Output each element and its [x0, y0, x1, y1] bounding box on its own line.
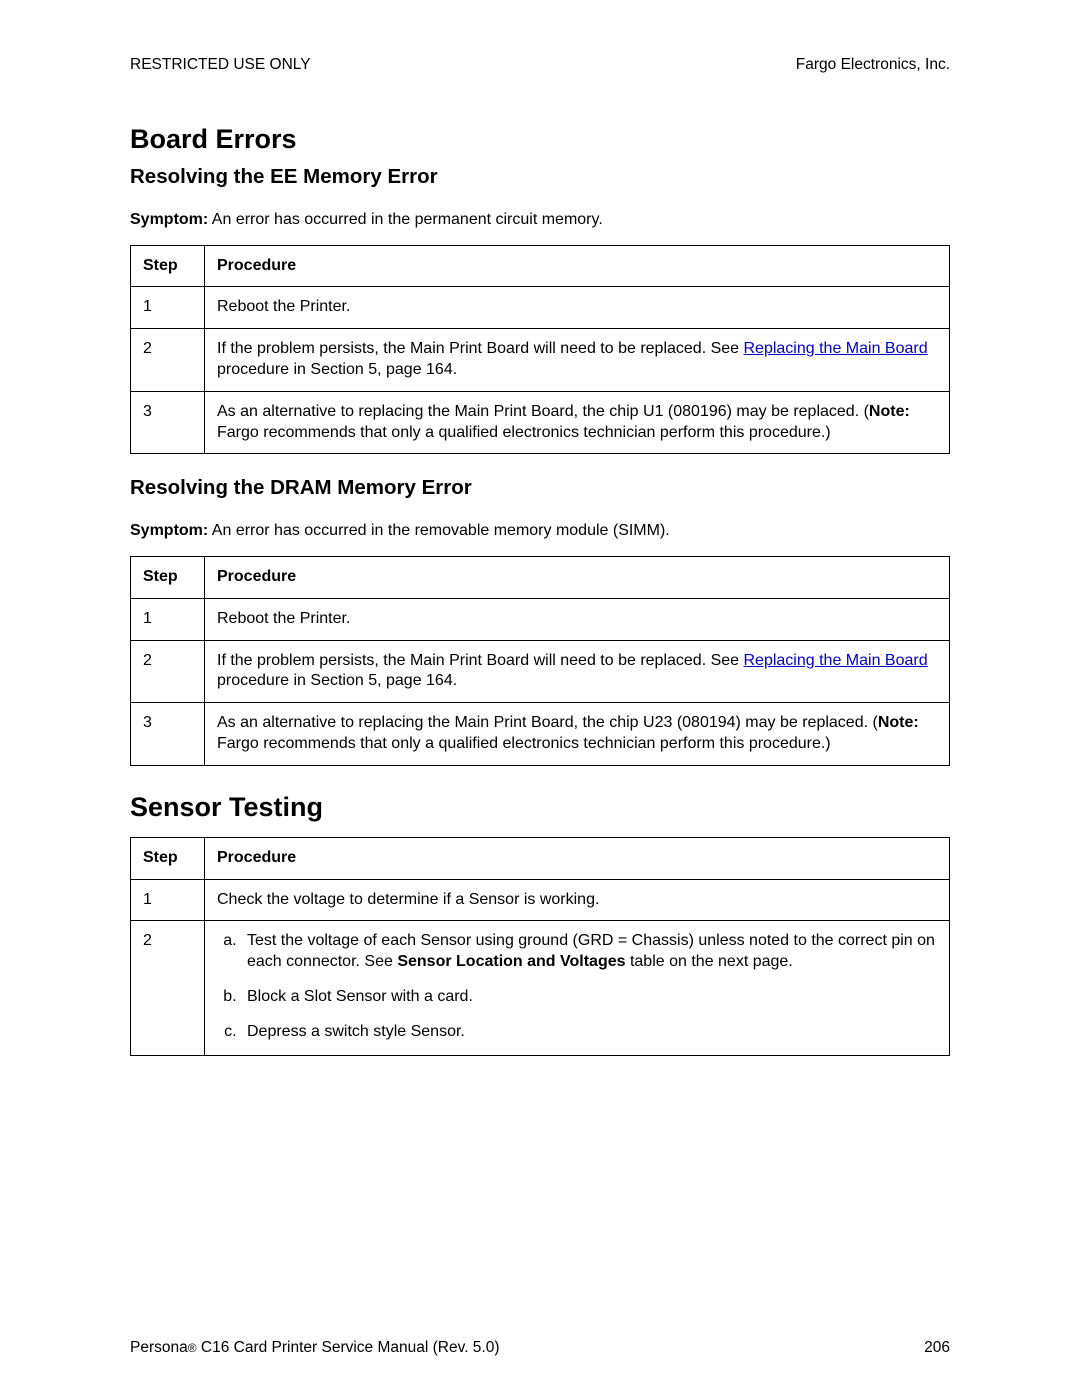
header-right: Fargo Electronics, Inc.	[796, 56, 950, 74]
col-step: Step	[131, 245, 205, 287]
col-step: Step	[131, 556, 205, 598]
text-segment: If the problem persists, the Main Print …	[217, 652, 744, 669]
page-header: RESTRICTED USE ONLY Fargo Electronics, I…	[130, 56, 950, 74]
step-cell: 2	[131, 640, 205, 703]
text-segment: procedure in Section 5, page 164.	[217, 672, 457, 689]
text-segment: As an alternative to replacing the Main …	[217, 403, 869, 420]
list-item: Test the voltage of each Sensor using gr…	[241, 931, 939, 973]
table-header-row: Step Procedure	[131, 556, 950, 598]
list-item: Block a Slot Sensor with a card.	[241, 987, 939, 1008]
heading-dram-memory-error: Resolving the DRAM Memory Error	[130, 476, 950, 500]
note-label: Note:	[869, 403, 910, 420]
page-number: 206	[924, 1339, 950, 1357]
col-step: Step	[131, 837, 205, 879]
col-procedure: Procedure	[205, 556, 950, 598]
symptom-ee: Symptom: An error has occurred in the pe…	[130, 209, 950, 231]
step-cell: 1	[131, 598, 205, 640]
text-segment: Fargo recommends that only a qualified e…	[217, 735, 831, 752]
procedure-cell: If the problem persists, the Main Print …	[205, 329, 950, 392]
procedure-cell: Reboot the Printer.	[205, 287, 950, 329]
table-row: 3 As an alternative to replacing the Mai…	[131, 703, 950, 766]
table-sensor-testing: Step Procedure 1 Check the voltage to de…	[130, 837, 950, 1056]
procedure-cell: Reboot the Printer.	[205, 598, 950, 640]
heading-board-errors: Board Errors	[130, 124, 950, 155]
table-ee-memory: Step Procedure 1 Reboot the Printer. 2 I…	[130, 245, 950, 455]
table-row: 1 Reboot the Printer.	[131, 598, 950, 640]
footer-left: Persona® C16 Card Printer Service Manual…	[130, 1339, 500, 1357]
table-header-row: Step Procedure	[131, 837, 950, 879]
step-cell: 1	[131, 879, 205, 921]
table-row: 2 If the problem persists, the Main Prin…	[131, 640, 950, 703]
table-row: 3 As an alternative to replacing the Mai…	[131, 391, 950, 454]
bold-text: Sensor Location and Voltages	[397, 953, 625, 970]
procedure-cell: Check the voltage to determine if a Sens…	[205, 879, 950, 921]
table-row: 2 If the problem persists, the Main Prin…	[131, 329, 950, 392]
table-header-row: Step Procedure	[131, 245, 950, 287]
text-segment: If the problem persists, the Main Print …	[217, 340, 744, 357]
step-cell: 2	[131, 921, 205, 1055]
step-cell: 2	[131, 329, 205, 392]
procedure-cell: If the problem persists, the Main Print …	[205, 640, 950, 703]
text-segment: procedure in Section 5, page 164.	[217, 361, 457, 378]
link-replacing-main-board[interactable]: Replacing the Main Board	[744, 652, 928, 669]
step-cell: 1	[131, 287, 205, 329]
list-item: Depress a switch style Sensor.	[241, 1022, 939, 1043]
step-cell: 3	[131, 391, 205, 454]
symptom-text: An error has occurred in the permanent c…	[208, 211, 603, 228]
footer-text-post: C16 Card Printer Service Manual (Rev. 5.…	[197, 1339, 500, 1356]
step-cell: 3	[131, 703, 205, 766]
heading-ee-memory-error: Resolving the EE Memory Error	[130, 165, 950, 189]
footer-text-pre: Persona	[130, 1339, 188, 1356]
note-label: Note:	[878, 714, 919, 731]
table-row: 2 Test the voltage of each Sensor using …	[131, 921, 950, 1055]
page-footer: Persona® C16 Card Printer Service Manual…	[130, 1339, 950, 1357]
symptom-label: Symptom:	[130, 522, 208, 539]
procedure-cell: Test the voltage of each Sensor using gr…	[205, 921, 950, 1055]
lettered-list: Test the voltage of each Sensor using gr…	[217, 931, 939, 1042]
text-segment: table on the next page.	[626, 953, 793, 970]
text-segment: Fargo recommends that only a qualified e…	[217, 424, 831, 441]
procedure-cell: As an alternative to replacing the Main …	[205, 391, 950, 454]
col-procedure: Procedure	[205, 837, 950, 879]
symptom-text: An error has occurred in the removable m…	[208, 522, 670, 539]
col-procedure: Procedure	[205, 245, 950, 287]
procedure-cell: As an alternative to replacing the Main …	[205, 703, 950, 766]
table-row: 1 Check the voltage to determine if a Se…	[131, 879, 950, 921]
link-replacing-main-board[interactable]: Replacing the Main Board	[744, 340, 928, 357]
symptom-dram: Symptom: An error has occurred in the re…	[130, 520, 950, 542]
header-left: RESTRICTED USE ONLY	[130, 56, 311, 74]
symptom-label: Symptom:	[130, 211, 208, 228]
registered-icon: ®	[188, 1341, 197, 1355]
heading-sensor-testing: Sensor Testing	[130, 792, 950, 823]
text-segment: As an alternative to replacing the Main …	[217, 714, 878, 731]
table-dram-memory: Step Procedure 1 Reboot the Printer. 2 I…	[130, 556, 950, 766]
table-row: 1 Reboot the Printer.	[131, 287, 950, 329]
